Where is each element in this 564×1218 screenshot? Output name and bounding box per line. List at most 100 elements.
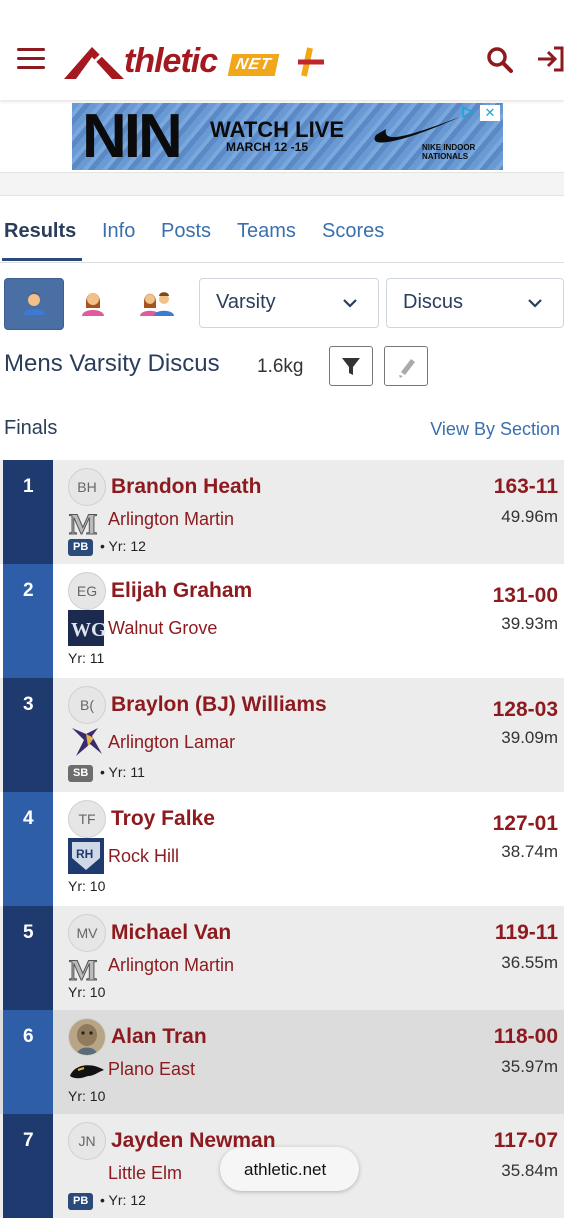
school-name[interactable]: Little Elm: [108, 1163, 182, 1184]
tab-info[interactable]: Info: [102, 220, 135, 243]
school-name[interactable]: Arlington Martin: [108, 955, 234, 976]
result-row[interactable]: 3 B( Braylon (BJ) Williams Arlington Lam…: [0, 678, 564, 792]
panther-school-logo-icon: [70, 1065, 104, 1079]
place-cell: 2: [3, 564, 53, 678]
athlete-avatar: B(: [68, 686, 106, 724]
mark-imperial: 131-00: [492, 584, 558, 607]
active-tab-indicator: [2, 258, 82, 261]
event-implement: 1.6kg: [257, 356, 304, 377]
filter-button[interactable]: [329, 346, 373, 386]
mark-imperial: 127-01: [492, 812, 558, 835]
tab-teams[interactable]: Teams: [237, 220, 296, 243]
gender-both-button[interactable]: [128, 278, 186, 328]
result-row[interactable]: 2 EG Elijah Graham WG Walnut Grove Yr: 1…: [0, 564, 564, 678]
athlete-year-value: Yr: 12: [108, 1192, 146, 1208]
sign-in-icon[interactable]: [536, 44, 564, 74]
tab-scores[interactable]: Scores: [322, 220, 384, 243]
athlete-name[interactable]: Alan Tran: [111, 1025, 207, 1049]
mark-imperial: 119-11: [494, 921, 558, 944]
place-number: 6: [23, 1026, 34, 1047]
school-name[interactable]: Arlington Lamar: [108, 732, 235, 753]
athlete-photo-image: [69, 1019, 105, 1055]
place-number: 1: [23, 476, 34, 497]
athlete-name[interactable]: Elijah Graham: [111, 579, 252, 603]
place-number: 5: [23, 922, 34, 943]
school-logo-icon: WG: [68, 610, 106, 646]
school-name[interactable]: Arlington Martin: [108, 509, 234, 530]
viking-school-logo-icon: [72, 728, 102, 756]
school-logo-icon: M: [69, 954, 98, 987]
athletic-net-logo[interactable]: thletic NET: [62, 40, 332, 82]
site-url-pill[interactable]: athletic.net: [220, 1147, 359, 1191]
menu-icon[interactable]: [17, 46, 45, 72]
ad-event-name: NIKE INDOOR NATIONALS: [422, 143, 475, 161]
athlete-name[interactable]: Brandon Heath: [111, 475, 262, 499]
mark-metric: 38.74m: [501, 842, 558, 861]
athlete-name[interactable]: Braylon (BJ) Williams: [111, 693, 327, 717]
athlete-avatar: EG: [68, 572, 106, 610]
mark-imperial: 117-07: [493, 1129, 558, 1152]
athlete-name[interactable]: Troy Falke: [111, 807, 215, 831]
ad-banner[interactable]: NIN WATCH LIVE MARCH 12 -15 NIKE INDOOR …: [72, 103, 503, 170]
event-select[interactable]: Discus: [386, 278, 564, 328]
logo-net-badge: NET: [227, 54, 280, 76]
edit-button[interactable]: [384, 346, 428, 386]
athlete-year: • Yr: 12: [100, 538, 146, 554]
ad-event-line1: NIKE INDOOR: [422, 143, 476, 152]
mark-metric: 36.55m: [501, 953, 558, 972]
school-logo-icon: RH: [68, 838, 104, 874]
mark-metric: 35.97m: [501, 1057, 558, 1076]
highlighter-icon: [399, 359, 415, 378]
athlete-year: Yr: 10: [68, 984, 106, 1000]
mark-metric: 39.09m: [501, 728, 558, 747]
ad-choices-icon[interactable]: [460, 105, 474, 119]
pr-badge: PB: [68, 539, 94, 556]
school-name[interactable]: Plano East: [108, 1059, 195, 1080]
school-name[interactable]: Rock Hill: [108, 846, 179, 867]
school-logo-icon: M: [69, 508, 98, 541]
site-url: athletic.net: [244, 1160, 327, 1179]
tab-posts[interactable]: Posts: [161, 220, 211, 243]
ad-event-line2: NATIONALS: [422, 152, 469, 161]
gender-mens-button[interactable]: [4, 278, 64, 330]
mark-metric: 35.84m: [501, 1161, 558, 1180]
school-name[interactable]: Walnut Grove: [108, 618, 217, 639]
place-cell: 5: [3, 906, 53, 1010]
athlete-name[interactable]: Michael Van: [111, 921, 231, 945]
level-select[interactable]: Varsity: [199, 278, 379, 328]
athlete-year-value: Yr: 12: [108, 538, 146, 554]
svg-text:RH: RH: [76, 847, 93, 861]
event-title: Mens Varsity Discus: [4, 350, 220, 377]
ad-dates: MARCH 12 -15: [226, 140, 309, 154]
search-icon[interactable]: [486, 46, 514, 74]
male-person-icon: [23, 292, 45, 315]
result-row[interactable]: 6 Alan Tran Plano East Yr: 10 118-00 35.…: [0, 1010, 564, 1114]
place-cell: 6: [3, 1010, 53, 1114]
athlete-avatar: TF: [68, 800, 106, 838]
ad-brand: NIN: [82, 103, 183, 170]
filter-bar: Varsity Discus: [0, 278, 564, 330]
athlete-year-value: Yr: 11: [108, 764, 145, 780]
result-row[interactable]: 4 TF Troy Falke RH Rock Hill Yr: 10 127-…: [0, 792, 564, 906]
ad-close-button[interactable]: ✕: [480, 105, 500, 121]
athlete-year: • Yr: 11: [100, 764, 145, 780]
chevron-down-icon: [528, 299, 542, 308]
event-header: Mens Varsity Discus 1.6kg: [0, 346, 564, 388]
gender-womens-button[interactable]: [64, 278, 122, 328]
athlete-year: Yr: 10: [68, 878, 106, 894]
athlete-year: Yr: 11: [68, 650, 105, 666]
logo-plus-icon: [298, 47, 324, 77]
svg-text:M: M: [69, 954, 97, 986]
place-cell: 7: [3, 1114, 53, 1218]
athlete-year: • Yr: 12: [100, 1192, 146, 1208]
tab-results[interactable]: Results: [4, 220, 76, 243]
place-number: 4: [23, 808, 34, 829]
result-row[interactable]: 5 MV Michael Van M Arlington Martin Yr: …: [0, 906, 564, 1010]
svg-text:WG: WG: [71, 619, 106, 641]
result-row[interactable]: 1 BH Brandon Heath M Arlington Martin PB…: [0, 460, 564, 564]
view-by-section-link[interactable]: View By Section: [430, 419, 560, 440]
filter-funnel-icon: [342, 358, 360, 375]
place-cell: 1: [3, 460, 53, 564]
event-select-value: Discus: [403, 291, 464, 313]
mark-metric: 39.93m: [501, 614, 558, 633]
